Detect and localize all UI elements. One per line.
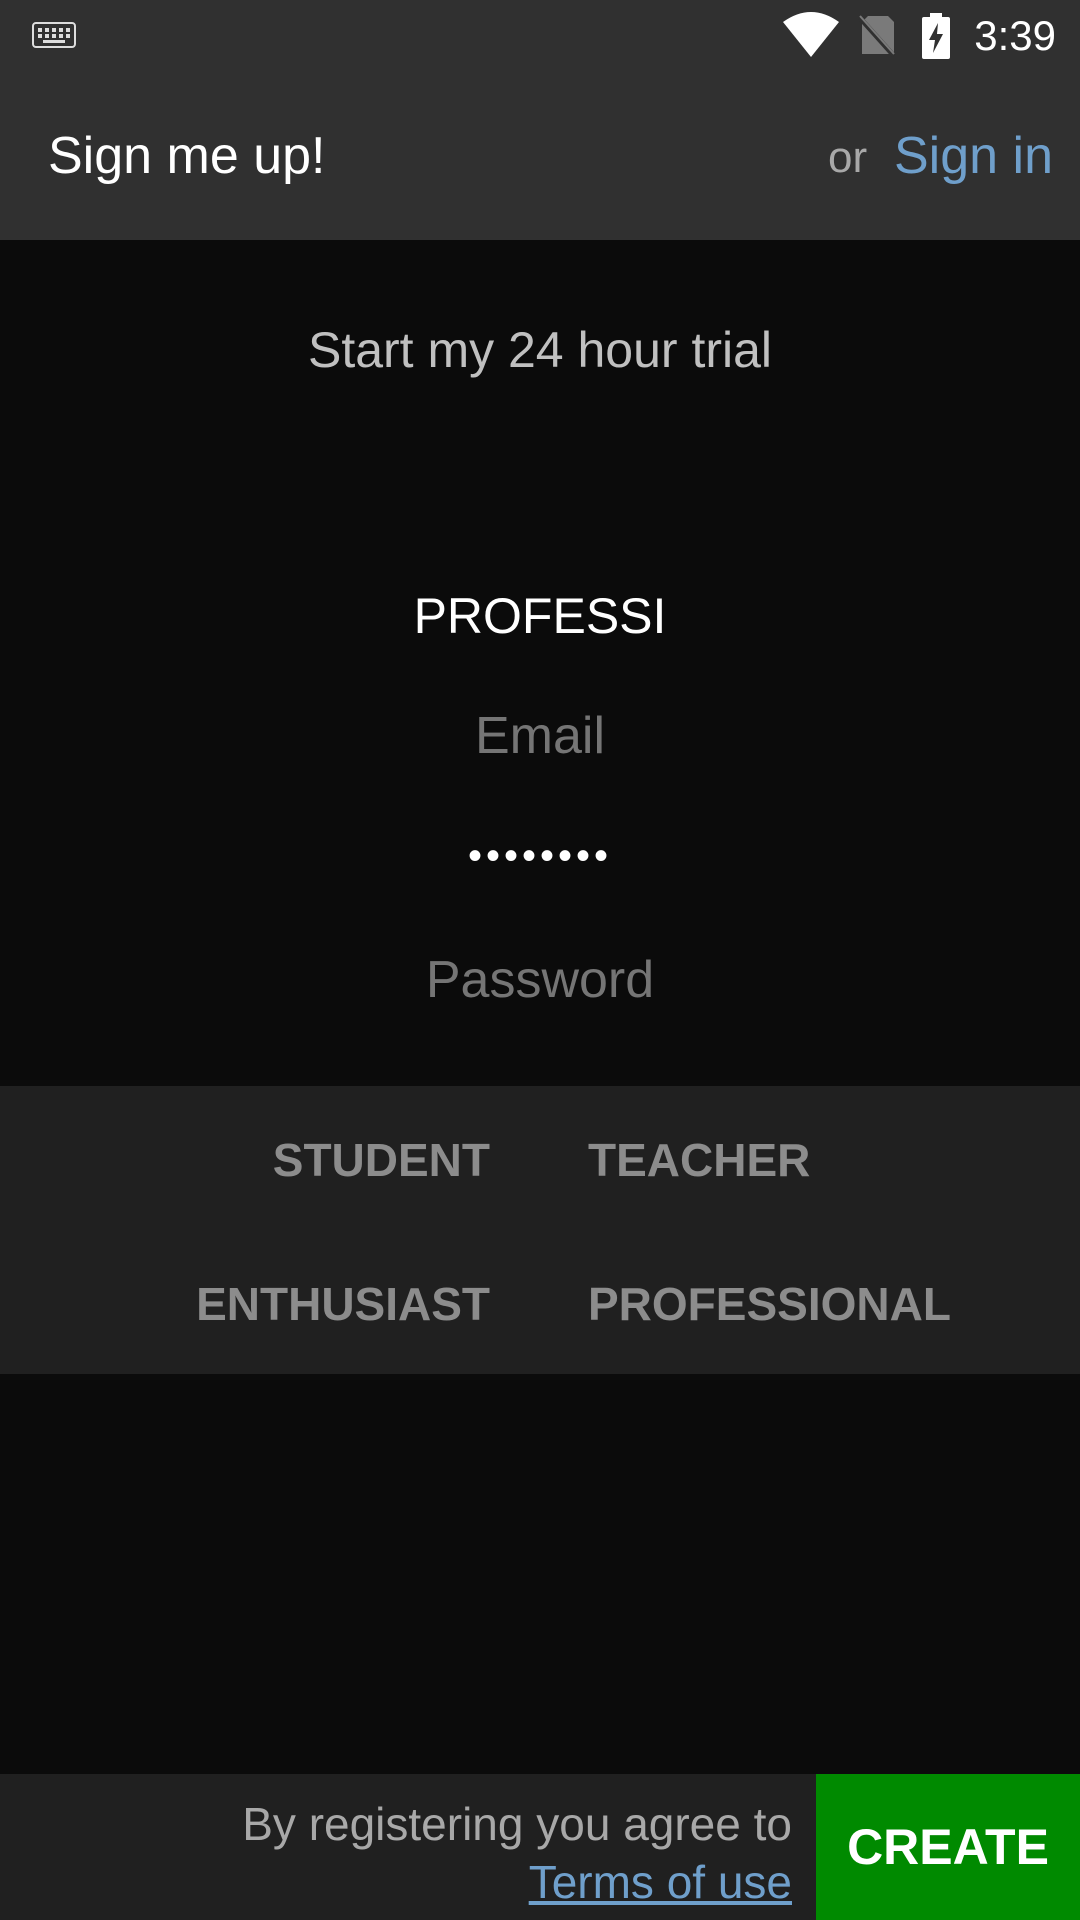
role-option-student[interactable]: STUDENT <box>273 1132 490 1188</box>
keyboard-icon <box>32 22 76 48</box>
agree-text: By registering you agree to <box>242 1798 792 1850</box>
role-selector-panel: STUDENT TEACHER ENTHUSIAST PROFESSIONAL <box>0 1086 1080 1374</box>
or-label: or <box>828 133 868 182</box>
terms-of-use-link[interactable]: Terms of use <box>529 1854 792 1910</box>
footer-bar: By registering you agree to Terms of use… <box>0 1774 1080 1920</box>
app-bar: Sign me up! or Sign in <box>0 72 1080 240</box>
status-clock: 3:39 <box>974 12 1056 59</box>
trial-heading: Start my 24 hour trial <box>307 322 773 378</box>
role-option-teacher[interactable]: TEACHER <box>588 1132 810 1188</box>
email-field[interactable] <box>140 706 940 766</box>
role-option-professional[interactable]: PROFESSIONAL <box>588 1276 951 1332</box>
wifi-icon <box>783 12 839 57</box>
create-button[interactable]: CREATE <box>816 1774 1080 1920</box>
role-option-enthusiast[interactable]: ENTHUSIAST <box>196 1276 490 1332</box>
status-bar: 3:39 <box>0 0 1080 72</box>
page-title: Sign me up! <box>48 127 326 185</box>
sign-in-link[interactable]: Sign in <box>894 126 1053 186</box>
role-field[interactable]: PROFESSI <box>140 586 940 646</box>
no-sim-icon <box>858 15 896 58</box>
password-confirm-field[interactable] <box>140 948 940 1012</box>
signup-screen: 3:39 Sign me up! or Sign in Start my 24 … <box>0 0 1080 1920</box>
battery-charging-icon <box>922 13 950 59</box>
password-field[interactable]: •••••••• <box>140 826 940 886</box>
